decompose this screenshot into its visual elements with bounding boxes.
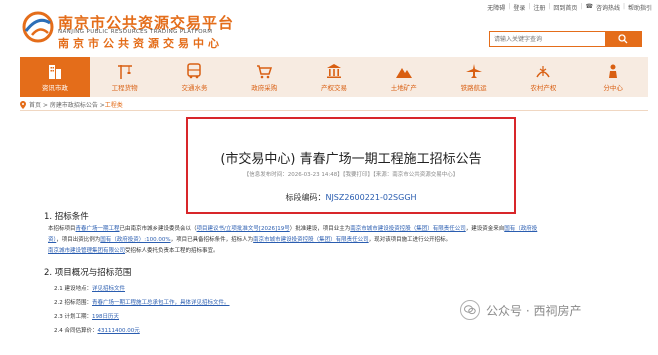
site-logo[interactable]: 南京市公共资源交易平台 NANJING PUBLIC RESOURCES TRA… (20, 9, 280, 50)
text: ，项目已具备招标条件，招标人为 (170, 237, 254, 243)
farm-icon (536, 65, 551, 77)
text: 本招标项目 (48, 226, 76, 232)
page-title: (市交易中心) 青春广场一期工程施工招标公告 (220, 152, 482, 167)
section-1-title: 1. 招标条件 (44, 212, 89, 222)
mountain-icon (395, 67, 412, 78)
item-value-link[interactable]: 详见招标文件 (92, 286, 125, 292)
nav-item-branch[interactable]: 分中心 (578, 57, 648, 97)
investment-ratio-link[interactable]: 国有（政府投资）:100.00% (100, 237, 170, 243)
paragraph-line: 南京城市建设管理集团有限公司受招标人委托负责本工程的招标事宜。 (48, 246, 638, 257)
nav-item-property[interactable]: 产权交易 (299, 57, 369, 97)
paragraph-line: 资），项目出资比例为国有（政府投资）:100.00%，项目已具备招标条件，招标人… (48, 235, 638, 246)
top-link-help[interactable]: 帮助指引 (628, 3, 652, 12)
bank-icon (327, 63, 342, 78)
divider: | (580, 3, 583, 10)
section-code-label: 标段编码： (285, 193, 326, 202)
top-link-register[interactable]: 注册 (533, 3, 545, 12)
top-link-login[interactable]: 登录 (513, 3, 525, 12)
paragraph-line: 本招标项目青春广场一期工程已由南京市城乡建设委员会以（项目建议书/立项批准文号[… (48, 224, 638, 235)
search-button[interactable] (605, 32, 641, 46)
nav-label: 交通水务 (181, 83, 208, 92)
item-label: 2.1 建设地点： (54, 286, 92, 292)
watermark: 公众号 · 西祠房产 (460, 300, 581, 320)
top-link-home[interactable]: 回到首页 (553, 3, 577, 12)
divider: | (622, 3, 625, 10)
text: ，项目出资比例为 (56, 237, 101, 243)
list-item: 2.2 招标范围：青春广场一期工程施工总承包工作，具体详见招标文件。 (54, 298, 230, 306)
item-label: 2.4 合同估算价： (54, 328, 98, 334)
logo-subtitle-cn: 南京市公共资源交易中心 (58, 37, 223, 50)
divider: | (528, 3, 531, 10)
divider: | (548, 3, 551, 10)
text: ）批准建设，项目业主为 (289, 226, 351, 232)
person-icon (609, 64, 618, 78)
watermark-text: 公众号 · 西祠房产 (486, 303, 582, 318)
nav-item-transport[interactable]: 交通水务 (160, 57, 230, 97)
top-links: 无障碍 | 登录 | 注册 | 回到首页 | ☎ 咨询热线 | 帮助指引 (487, 3, 652, 12)
main-nav: 资讯市政 工程货物 交通水务 政府采购 产权交易 土地矿产 铁路航运 农村产权 … (20, 57, 648, 97)
section-1-paragraph: 本招标项目青春广场一期工程已由南京市城乡建设委员会以（项目建议书/立项批准文号[… (48, 224, 638, 257)
item-label: 2.2 招标范围： (54, 300, 92, 306)
search-bar (489, 31, 642, 47)
plane-icon (465, 63, 482, 78)
nav-label: 分中心 (603, 83, 623, 92)
project-link[interactable]: 青春广场一期工程 (76, 226, 120, 232)
phone-icon: ☎ (585, 3, 593, 10)
approval-doc-link[interactable]: 项目建议书/立项批准文号[2026]19号 (197, 226, 290, 232)
nav-item-rural[interactable]: 农村产权 (508, 57, 578, 97)
divider: | (508, 3, 511, 10)
nav-label: 土地矿产 (390, 83, 417, 92)
item-value-link[interactable]: 青春广场一期工程施工总承包工作，具体详见招标文件。 (92, 300, 230, 306)
agency-link[interactable]: 南京城市建设管理集团有限公司 (48, 248, 125, 254)
notice-header-highlight: (市交易中心) 青春广场一期工程施工招标公告 【信息发布时间：2026-03-2… (186, 117, 516, 214)
item-value-link[interactable]: 43111400.00元 (98, 328, 140, 334)
top-link-accessibility[interactable]: 无障碍 (487, 3, 505, 12)
nav-item-land[interactable]: 土地矿产 (369, 57, 439, 97)
notice-meta: 【信息发布时间：2026-03-23 14:48】【我要打印】【来源：南京市公共… (243, 172, 459, 178)
text: ，建设资金来自 (465, 226, 505, 232)
nav-label: 政府采购 (251, 83, 278, 92)
search-input[interactable] (490, 32, 605, 46)
top-link-hotline[interactable]: 咨询热线 (596, 3, 620, 12)
location-pin-icon (20, 100, 26, 109)
section-2-title: 2. 项目概况与招标范围 (44, 268, 132, 278)
text: ，现对该项目施工进行公开招标。 (368, 237, 452, 243)
breadcrumb-current: 工程类 (104, 102, 123, 109)
tenderer-link[interactable]: 南京市城市建设投资控股（集团）有限责任公司 (253, 237, 369, 243)
list-item: 2.1 建设地点：详见招标文件 (54, 284, 125, 292)
item-label: 2.3 计划工期： (54, 314, 92, 320)
nav-label: 资讯市政 (41, 83, 68, 92)
crane-icon (117, 64, 132, 79)
item-value-link[interactable]: 198日历天 (92, 314, 119, 320)
nav-item-engineering[interactable]: 工程货物 (90, 57, 160, 97)
section-code: 标段编码：NJSZ2600221-02SGGH (188, 192, 514, 203)
list-item: 2.4 合同估算价：43111400.00元 (54, 326, 140, 334)
owner-link[interactable]: 南京市城市建设投资控股（集团）有限责任公司 (350, 226, 466, 232)
text: 已由南京市城乡建设委员会以（ (119, 226, 197, 232)
nav-label: 工程货物 (111, 83, 138, 92)
nav-item-procurement[interactable]: 政府采购 (229, 57, 299, 97)
nav-item-housing[interactable]: 资讯市政 (20, 57, 90, 97)
section-code-value: NJSZ2600221-02SGGH (325, 193, 417, 202)
nav-item-rail-shipping[interactable]: 铁路航运 (439, 57, 509, 97)
nav-label: 农村产权 (530, 83, 557, 92)
breadcrumb: 首页 > 房建市政招标公告 > 工程类 (20, 99, 648, 111)
cart-icon (257, 64, 273, 78)
bus-icon (187, 62, 202, 78)
nav-label: 产权交易 (321, 83, 348, 92)
text: 受招标人委托负责本工程的招标事宜。 (125, 248, 219, 254)
fund-source-link[interactable]: 国有（政府投 (504, 226, 537, 232)
search-icon (618, 34, 628, 44)
list-item: 2.3 计划工期：198日历天 (54, 312, 119, 320)
wechat-icon (460, 300, 480, 320)
building-icon (48, 64, 61, 79)
logo-mark-icon (22, 11, 54, 43)
nav-label: 铁路航运 (460, 83, 487, 92)
breadcrumb-path[interactable]: 首页 > 房建市政招标公告 > (29, 100, 105, 109)
